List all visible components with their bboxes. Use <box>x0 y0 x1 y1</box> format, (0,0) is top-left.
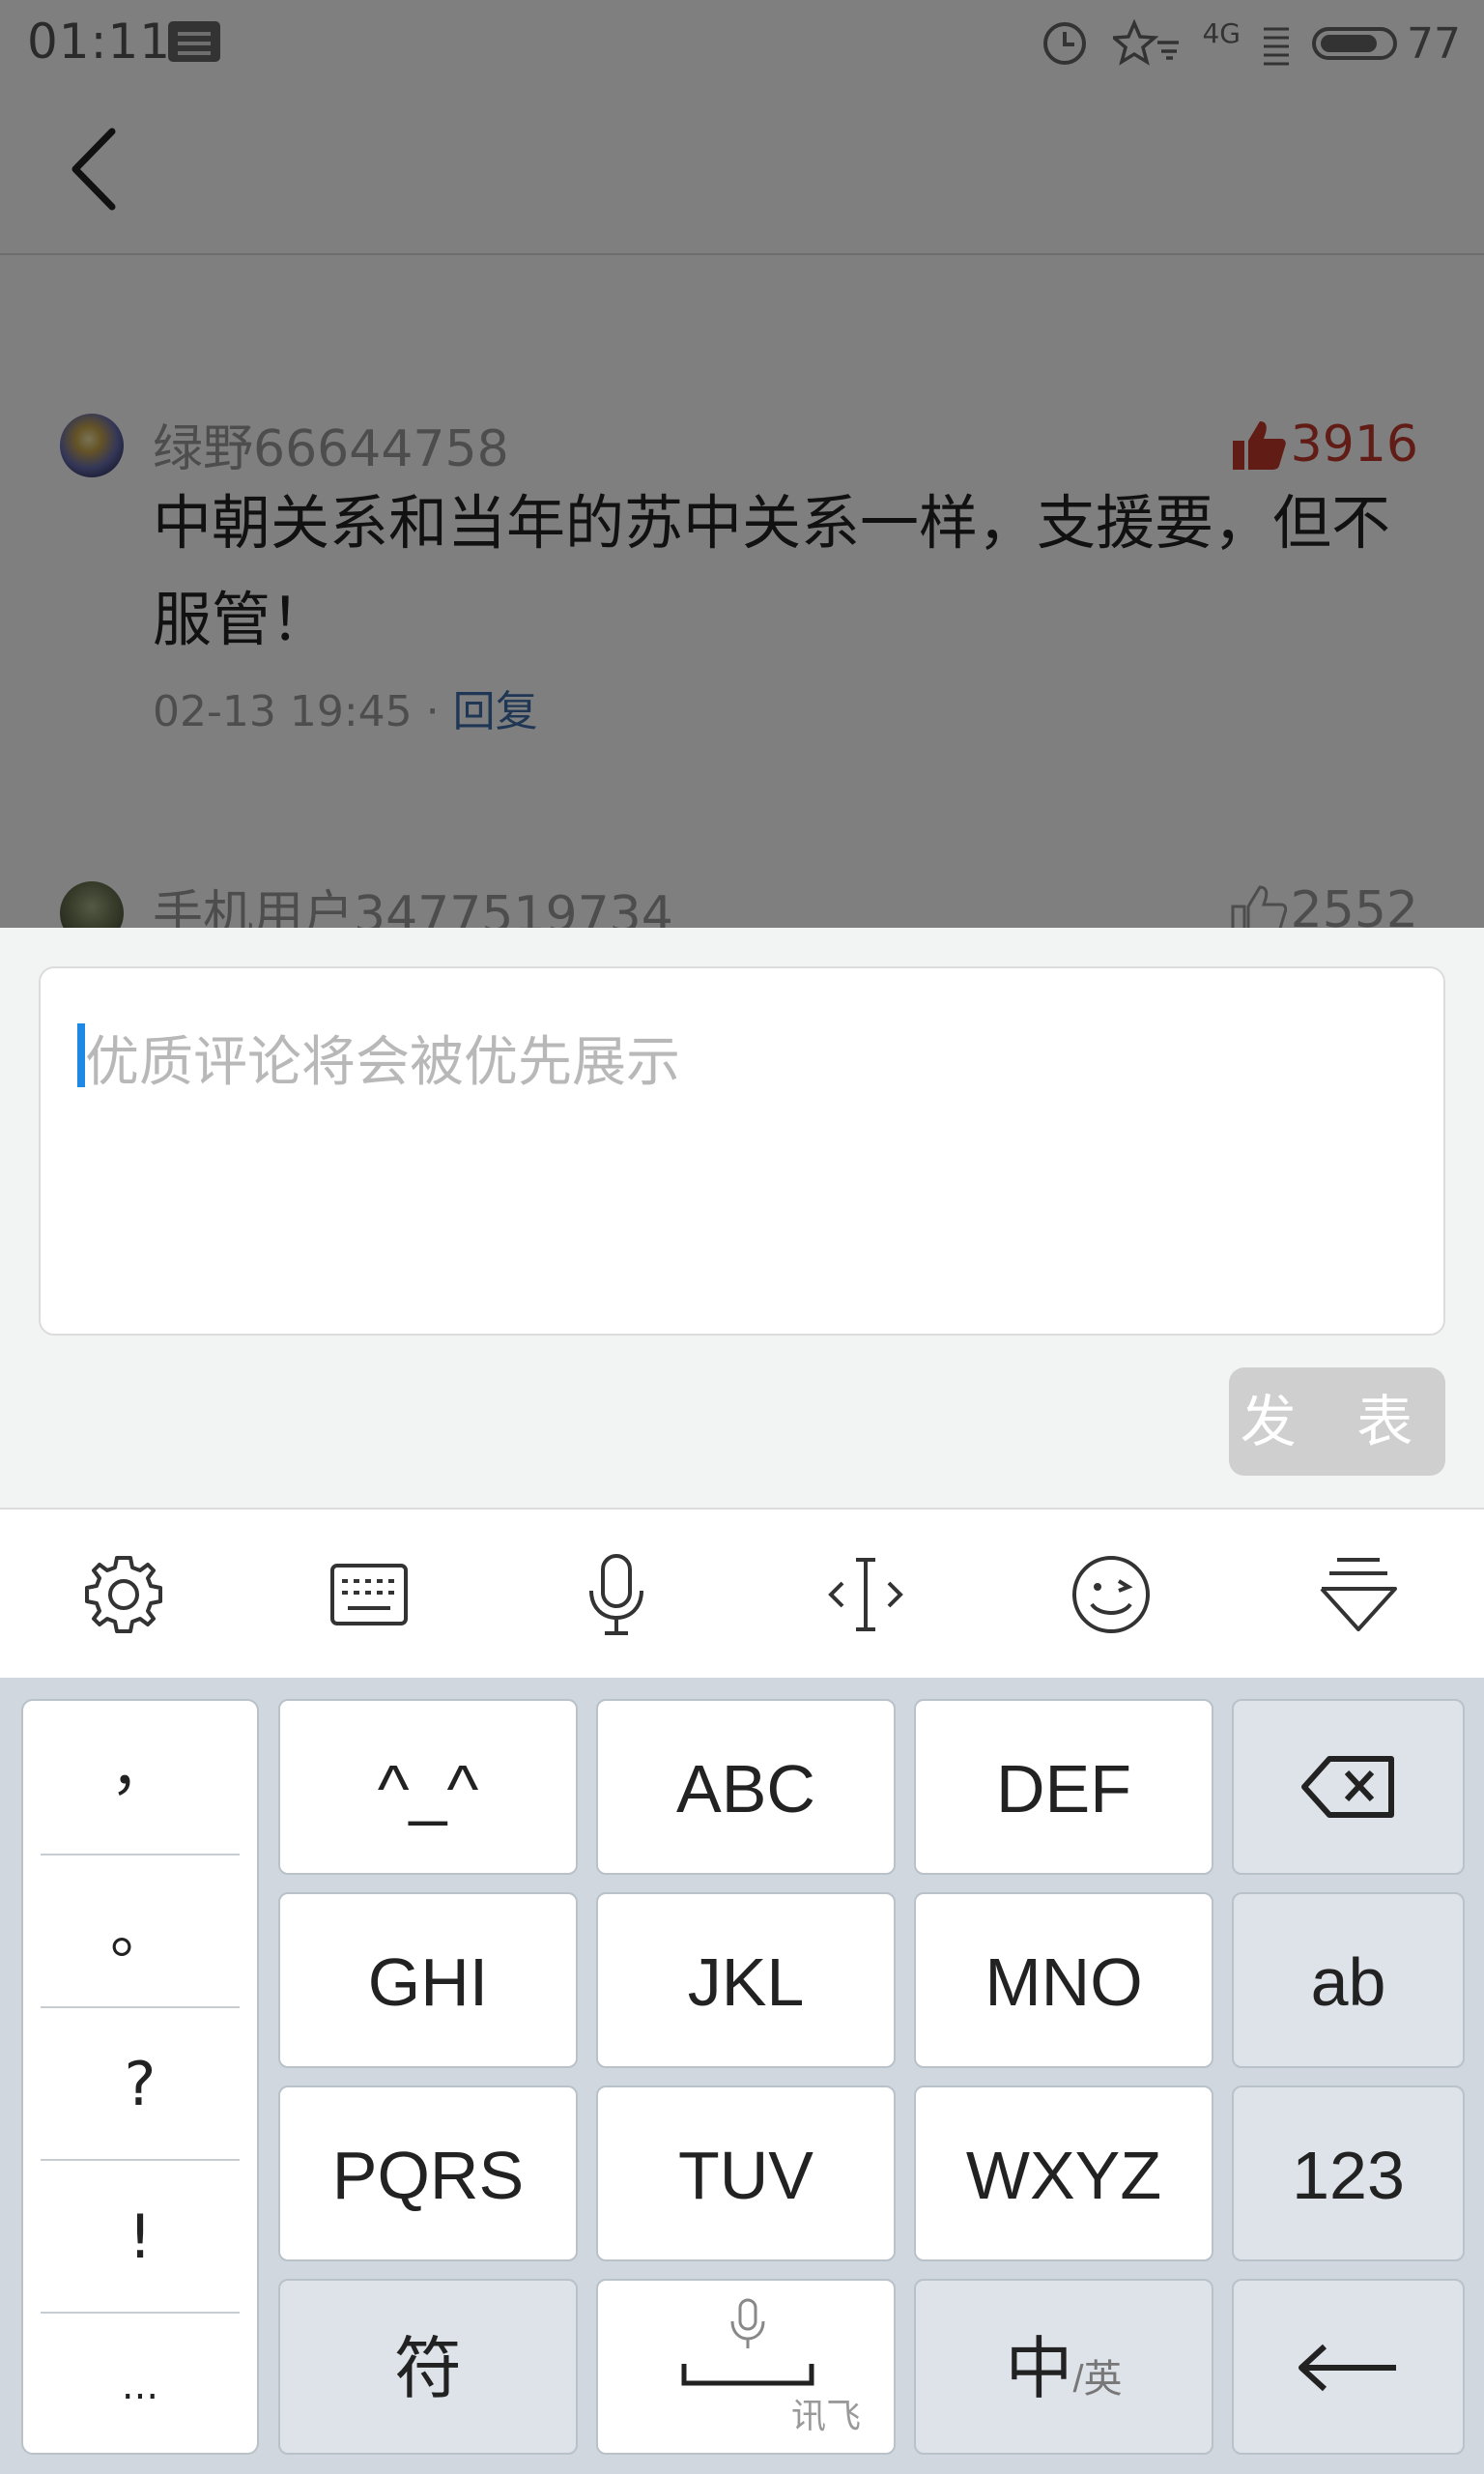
collapse-keyboard-icon[interactable] <box>1316 1552 1401 1637</box>
lang-main-label: 中 <box>1005 2331 1073 2406</box>
space-brand-label: 讯飞 <box>790 2396 861 2435</box>
key-emoticon[interactable]: ^_^ <box>278 1699 578 1875</box>
space-key[interactable]: 讯飞 <box>596 2279 896 2455</box>
keyboard-icon[interactable] <box>327 1552 412 1637</box>
enter-icon <box>1298 2344 1396 2392</box>
key-def[interactable]: DEF <box>914 1699 1213 1875</box>
comment-composer: 优质评论将会被优先展示 发 表 <box>0 928 1484 1508</box>
key-jkl[interactable]: JKL <box>596 1892 896 2068</box>
space-bar-icon <box>681 2364 814 2386</box>
punct-key-period[interactable]: 。 <box>41 1856 240 2008</box>
punct-key-question[interactable]: ? <box>41 2008 240 2161</box>
key-ghi[interactable]: GHI <box>278 1892 578 2068</box>
punct-key-comma[interactable]: ， <box>41 1701 240 1854</box>
comment-input-placeholder: 优质评论将会被优先展示 <box>85 1031 680 1094</box>
microphone-icon <box>730 2298 765 2348</box>
key-abc[interactable]: ABC <box>596 1699 896 1875</box>
key-pqrs[interactable]: PQRS <box>278 2086 578 2261</box>
backspace-icon <box>1300 1756 1394 1818</box>
key-symbols[interactable]: 符 <box>278 2279 578 2455</box>
cursor-move-icon[interactable] <box>823 1552 908 1637</box>
settings-icon[interactable] <box>81 1552 166 1637</box>
lang-sub-label: /英 <box>1072 2358 1123 2401</box>
key-wxyz[interactable]: WXYZ <box>914 2086 1213 2261</box>
backspace-key[interactable] <box>1232 1699 1465 1875</box>
key-tuv[interactable]: TUV <box>596 2086 896 2261</box>
publish-button[interactable]: 发 表 <box>1229 1367 1445 1476</box>
keyboard-toolbar <box>0 1508 1484 1680</box>
key-mno[interactable]: MNO <box>914 1892 1213 2068</box>
t9-keyboard: ， 。 ? ! ... ^_^ ABC DEF GHI JKL MNO ab P… <box>0 1678 1484 2474</box>
modal-dim-overlay[interactable] <box>0 0 1484 928</box>
punct-key-exclaim[interactable]: ! <box>41 2161 240 2314</box>
language-switch-key[interactable]: 中/英 <box>914 2279 1213 2455</box>
punctuation-column: ， 。 ? ! ... <box>21 1699 259 2455</box>
text-caret <box>77 1023 85 1087</box>
article-comments-page: 01:11 4G 77 绿野66644758 <box>0 0 1484 928</box>
comment-input[interactable]: 优质评论将会被优先展示 <box>39 966 1445 1336</box>
emoji-icon[interactable] <box>1069 1552 1154 1637</box>
key-ab-switch[interactable]: ab <box>1232 1892 1465 2068</box>
microphone-icon[interactable] <box>574 1552 659 1637</box>
punct-key-ellipsis[interactable]: ... <box>41 2314 240 2453</box>
enter-key[interactable] <box>1232 2279 1465 2455</box>
key-123-switch[interactable]: 123 <box>1232 2086 1465 2261</box>
